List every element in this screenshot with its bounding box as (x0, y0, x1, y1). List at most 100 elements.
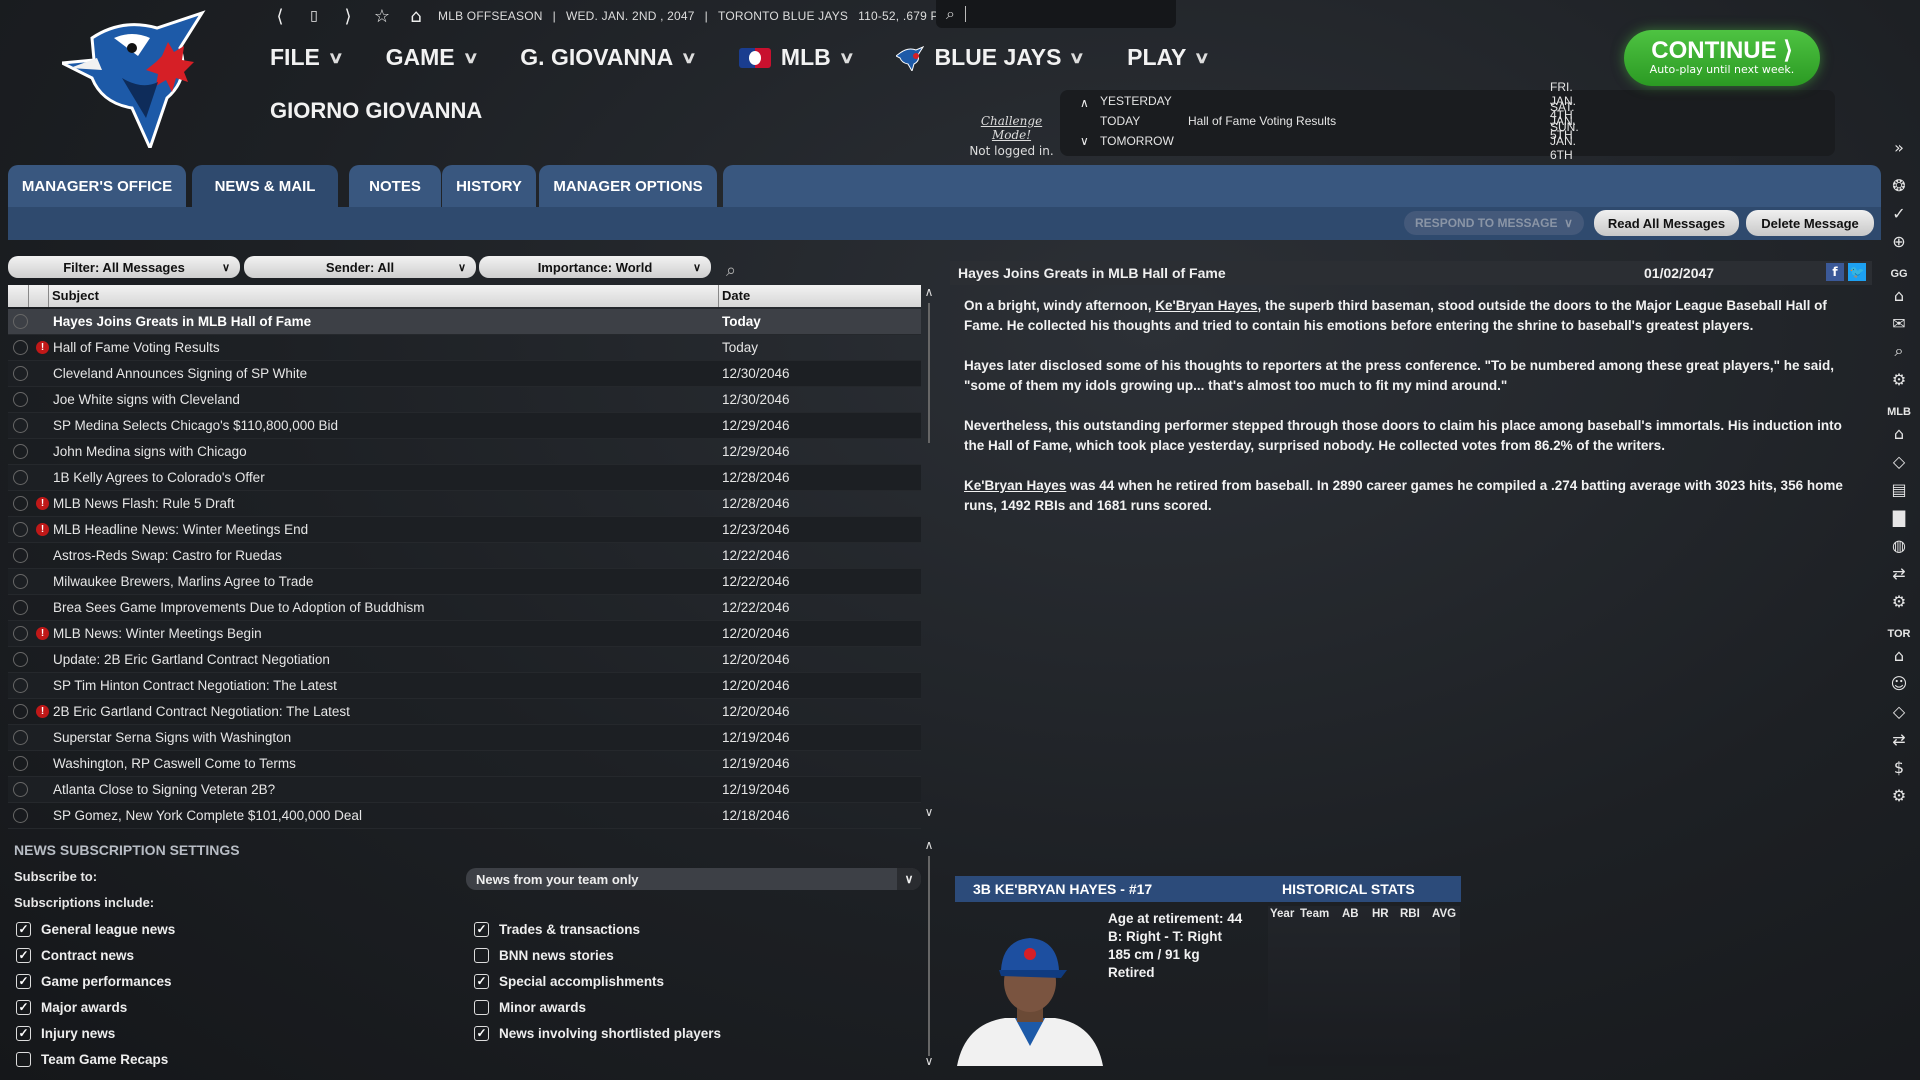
checkbox-checked-icon[interactable]: ✓ (16, 1025, 31, 1041)
checkbox-checked-icon[interactable]: ✓ (16, 999, 31, 1015)
message-row[interactable]: Superstar Serna Signs with Washington 12/… (8, 725, 921, 751)
read-status-radio[interactable] (13, 756, 28, 771)
bookmark-icon[interactable]: ▯ (302, 4, 326, 28)
menu-game[interactable]: GAME ∨ (386, 44, 479, 71)
calendar-row-tomorrow[interactable]: TOMORROW SUN. JAN. 6TH (1100, 120, 1579, 162)
read-status-radio[interactable] (13, 626, 28, 641)
subscription-option[interactable]: BNN news stories (474, 942, 614, 968)
scroll-thumb[interactable] (928, 303, 930, 443)
message-row[interactable]: Joe White signs with Cleveland 12/30/2046 (8, 387, 921, 413)
read-status-radio[interactable] (13, 366, 28, 381)
home-icon[interactable]: ⌂ (404, 4, 428, 28)
message-row[interactable]: Brea Sees Game Improvements Due to Adopt… (8, 595, 921, 621)
message-row[interactable]: 1B Kelly Agrees to Colorado's Offer 12/28… (8, 465, 921, 491)
checkbox-unchecked-icon[interactable] (474, 999, 489, 1015)
scroll-down-icon[interactable]: ∨ (922, 805, 936, 819)
roster-icon[interactable]: ☺ (1887, 672, 1911, 694)
globe-icon[interactable]: ⊕ (1887, 230, 1911, 252)
subscription-option[interactable]: ✓ Contract news (16, 942, 134, 968)
dollar-icon[interactable]: $ (1887, 756, 1911, 778)
respond-button[interactable]: RESPOND TO MESSAGE ∨ (1404, 211, 1584, 235)
home-icon[interactable]: ⌂ (1887, 422, 1911, 444)
column-subject[interactable]: Subject (52, 288, 99, 303)
tab-notes[interactable]: NOTES (349, 165, 441, 207)
read-status-radio[interactable] (13, 730, 28, 745)
home-icon[interactable]: ⌂ (1887, 284, 1911, 306)
subscription-option[interactable]: ✓ Trades & transactions (474, 916, 640, 942)
delete-message-button[interactable]: Delete Message (1746, 210, 1874, 236)
twitter-share-icon[interactable]: 🐦 (1848, 263, 1866, 281)
scroll-up-icon[interactable]: ∧ (922, 838, 936, 852)
player-name[interactable]: 3B KE'BRYAN HAYES - #17 (973, 881, 1152, 897)
checkbox-unchecked-icon[interactable] (474, 947, 489, 963)
forward-icon[interactable]: ⟩ (336, 4, 360, 28)
message-row[interactable]: ! 2B Eric Gartland Contract Negotiation: … (8, 699, 921, 725)
tab-news-mail[interactable]: NEWS & MAIL (192, 165, 338, 207)
scoreboard-icon[interactable]: ▤ (1887, 478, 1911, 500)
subscribe-dropdown[interactable]: News from your team only ∨ (466, 868, 921, 890)
calendar-row-yesterday[interactable]: YESTERDAY FRI. JAN. 4TH (1100, 80, 1576, 122)
message-row[interactable]: SP Tim Hinton Contract Negotiation: The … (8, 673, 921, 699)
collapse-sidebar-icon[interactable]: » (1887, 136, 1911, 158)
column-date[interactable]: Date (722, 288, 750, 303)
subscription-option[interactable]: ✓ Game performances (16, 968, 172, 994)
message-row[interactable]: Astros-Reds Swap: Castro for Ruedas 12/22… (8, 543, 921, 569)
message-row[interactable]: ! MLB News: Winter Meetings Begin 12/20/20… (8, 621, 921, 647)
facebook-share-icon[interactable]: f (1826, 263, 1844, 281)
read-status-radio[interactable] (13, 574, 28, 589)
message-row[interactable]: Atlanta Close to Signing Veteran 2B? 12/1… (8, 777, 921, 803)
top-search-box[interactable]: ⌕ (936, 0, 1176, 28)
read-status-radio[interactable] (13, 314, 28, 329)
message-row[interactable]: Milwaukee Brewers, Marlins Agree to Trad… (8, 569, 921, 595)
read-status-radio[interactable] (13, 444, 28, 459)
read-status-radio[interactable] (13, 392, 28, 407)
gear-icon[interactable]: ⚙ (1887, 590, 1911, 612)
player-link[interactable]: Ke'Bryan Hayes (964, 478, 1066, 493)
filter-sender-dropdown[interactable]: Sender: All ∨ (244, 256, 476, 278)
stats-chart-icon[interactable]: ▇ (1887, 506, 1911, 528)
continue-button[interactable]: CONTINUE ⟩ Auto-play until next week. (1624, 30, 1820, 86)
menu-mlb[interactable]: MLB ∨ (738, 44, 855, 71)
read-all-button[interactable]: Read All Messages (1594, 210, 1739, 236)
diamond-icon[interactable]: ◇ (1887, 700, 1911, 722)
read-status-radio[interactable] (13, 704, 28, 719)
calendar-row-today[interactable]: TODAY Hall of Fame Voting Results SAT. J… (1100, 100, 1576, 142)
filter-messages-dropdown[interactable]: Filter: All Messages ∨ (8, 256, 240, 278)
checkbox-checked-icon[interactable]: ✓ (16, 947, 31, 963)
message-row[interactable]: ! MLB News Flash: Rule 5 Draft 12/28/2046 (8, 491, 921, 517)
subscription-option[interactable]: ✓ General league news (16, 916, 175, 942)
checkbox-checked-icon[interactable]: ✓ (474, 1025, 489, 1041)
tab-managers-office[interactable]: MANAGER'S OFFICE (8, 165, 186, 207)
subscription-option[interactable]: Team Game Recaps (16, 1046, 168, 1072)
checkbox-checked-icon[interactable]: ✓ (16, 973, 31, 989)
message-row[interactable]: ! Hall of Fame Voting Results Today (8, 335, 921, 361)
subscription-option[interactable]: ✓ News involving shortlisted players (474, 1020, 721, 1046)
message-row[interactable]: SP Medina Selects Chicago's $110,800,000… (8, 413, 921, 439)
checkbox-unchecked-icon[interactable] (16, 1051, 31, 1067)
read-status-radio[interactable] (13, 340, 28, 355)
tab-history[interactable]: HISTORY (442, 165, 536, 207)
transactions-icon[interactable]: ⇄ (1887, 728, 1911, 750)
read-status-radio[interactable] (13, 548, 28, 563)
list-scrollbar[interactable]: ∧ ∨ (922, 285, 936, 825)
read-status-radio[interactable] (13, 782, 28, 797)
search-icon[interactable]: ⌕ (726, 260, 736, 281)
checkbox-checked-icon[interactable]: ✓ (474, 921, 489, 937)
tab-manager-options[interactable]: MANAGER OPTIONS (539, 165, 717, 207)
read-status-radio[interactable] (13, 522, 28, 537)
transactions-icon[interactable]: ⇄ (1887, 562, 1911, 584)
message-row[interactable]: Hayes Joins Greats in MLB Hall of Fame To… (8, 309, 921, 335)
message-row[interactable]: ! MLB Headline News: Winter Meetings End 1… (8, 517, 921, 543)
message-row[interactable]: Washington, RP Caswell Come to Terms 12/1… (8, 751, 921, 777)
mail-icon[interactable]: ✉ (1887, 312, 1911, 334)
read-status-radio[interactable] (13, 652, 28, 667)
diamond-icon[interactable]: ◇ (1887, 450, 1911, 472)
checkbox-checked-icon[interactable]: ✓ (474, 973, 489, 989)
scroll-up-icon[interactable]: ∧ (922, 285, 936, 299)
back-icon[interactable]: ⟨ (268, 4, 292, 28)
filter-importance-dropdown[interactable]: Importance: World ∨ (479, 256, 711, 278)
gear-icon[interactable]: ⚙ (1887, 784, 1911, 806)
message-row[interactable]: Update: 2B Eric Gartland Contract Negoti… (8, 647, 921, 673)
menu-file[interactable]: FILE ∨ (270, 44, 344, 71)
read-status-radio[interactable] (13, 496, 28, 511)
